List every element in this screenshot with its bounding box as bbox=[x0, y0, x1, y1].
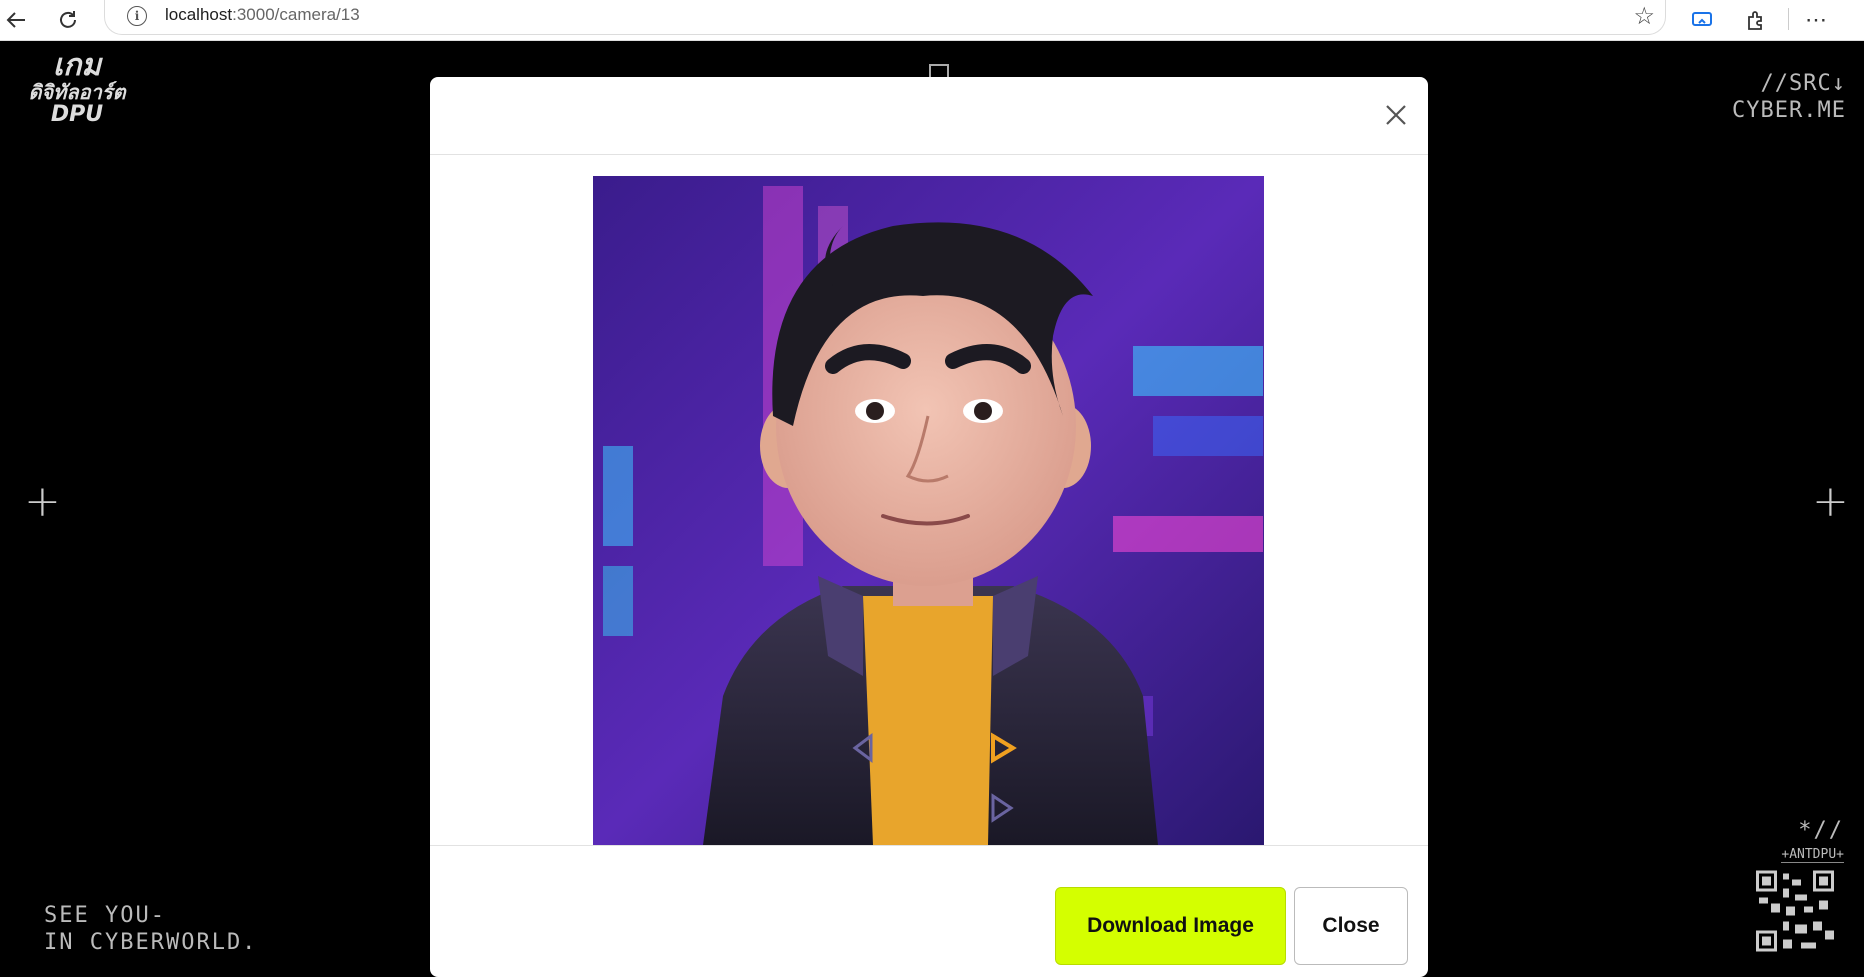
address-bar[interactable]: i localhost:3000/camera/13 ☆ bbox=[104, 0, 1666, 35]
bottom-left-line-2: IN CYBERWORLD. bbox=[44, 930, 258, 955]
close-icon[interactable] bbox=[1378, 97, 1414, 133]
url-host: localhost bbox=[165, 5, 233, 24]
refresh-icon[interactable] bbox=[52, 4, 84, 36]
qr-code-icon bbox=[1756, 870, 1834, 952]
toolbar-divider bbox=[1788, 8, 1789, 30]
star-icon[interactable]: ☆ bbox=[1633, 2, 1655, 31]
plus-left-icon: + bbox=[24, 476, 61, 527]
plus-right-icon: + bbox=[1812, 476, 1849, 527]
close-button[interactable]: Close bbox=[1294, 887, 1408, 965]
logo-line-1: เกม bbox=[52, 48, 102, 83]
bottom-right-line-2: +ANTDPU+ bbox=[1781, 847, 1844, 863]
bottom-right-line-1: *// bbox=[1798, 818, 1844, 843]
back-arrow-icon[interactable] bbox=[0, 4, 32, 36]
cast-icon[interactable] bbox=[1686, 4, 1718, 36]
logo-line-2: ดิจิทัลอาร์ต bbox=[28, 79, 126, 104]
url-path: :3000/camera/13 bbox=[232, 5, 360, 24]
avatar-image bbox=[593, 176, 1264, 845]
corner-text-top-right: //SRC↓ CYBER.ME bbox=[1732, 70, 1846, 124]
download-image-button[interactable]: Download Image bbox=[1055, 887, 1286, 965]
url-text[interactable]: localhost:3000/camera/13 bbox=[165, 5, 360, 25]
corner-text-bottom-left: SEE YOU- IN CYBERWORLD. bbox=[44, 902, 257, 956]
corner-tr-line-1: //SRC↓ bbox=[1760, 71, 1846, 96]
more-icon[interactable]: ⋯ bbox=[1800, 4, 1832, 36]
corner-text-bottom-right: *// +ANTDPU+ bbox=[1744, 818, 1844, 863]
corner-tr-line-2: CYBER.ME bbox=[1732, 98, 1846, 123]
modal-header bbox=[430, 77, 1428, 155]
logo-line-3: DPU bbox=[50, 101, 104, 127]
browser-toolbar: i localhost:3000/camera/13 ☆ ⋯ bbox=[0, 0, 1864, 41]
bottom-left-line-1: SEE YOU- bbox=[44, 903, 166, 928]
extensions-icon[interactable] bbox=[1740, 4, 1772, 36]
info-icon[interactable]: i bbox=[127, 6, 147, 26]
site-logo[interactable]: เกม ดิจิทัลอาร์ต DPU bbox=[18, 50, 136, 126]
